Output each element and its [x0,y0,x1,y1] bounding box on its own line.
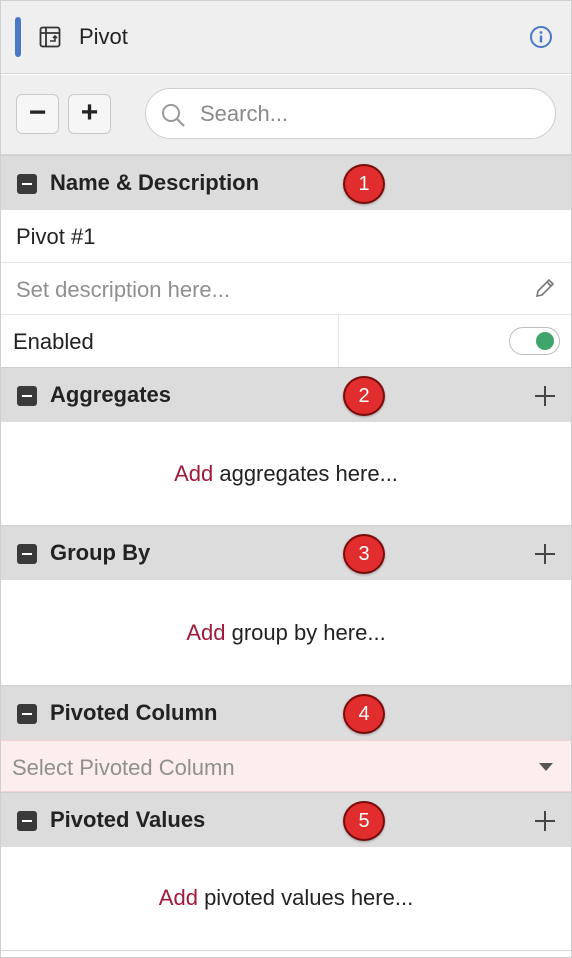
section-group-by[interactable]: Group By 3 [1,525,571,580]
step-badge: 1 [343,164,385,204]
section-title: Group By [50,540,151,565]
aggregates-empty-area: Add aggregates here... [1,422,571,525]
pivot-table-icon [39,26,61,48]
pivoted-column-select[interactable]: Select Pivoted Column [1,740,571,792]
row-divider [338,315,339,367]
add-group-by-icon[interactable] [534,543,556,565]
step-badge: 2 [343,376,385,416]
toolbar: − + [1,75,571,155]
section-pivoted-column[interactable]: Pivoted Column 4 [1,685,571,740]
group-by-empty-text: group by here... [225,620,386,645]
collapse-section-icon[interactable] [17,174,37,194]
section-title: Aggregates [50,382,172,407]
pivoted-values-empty-area: Add pivoted values here... [1,847,571,950]
bottom-divider [1,950,571,951]
section-title: Pivoted Column [50,700,218,725]
add-group-by-link[interactable]: Add [186,620,225,645]
step-badge: 3 [343,534,385,574]
description-row[interactable]: Set description here... [1,262,571,314]
collapse-section-icon[interactable] [17,544,37,564]
add-aggregate-icon[interactable] [534,385,556,407]
section-pivoted-values[interactable]: Pivoted Values 5 [1,792,571,847]
name-value[interactable]: Pivot #1 [16,224,96,250]
collapse-section-icon[interactable] [17,704,37,724]
accent-bar [15,17,21,57]
aggregates-empty-text: aggregates here... [213,461,398,486]
pivoted-values-empty-text: pivoted values here... [197,885,414,910]
toggle-knob [536,332,554,350]
collapse-section-icon[interactable] [17,386,37,406]
panel-header: Pivot [1,1,571,74]
collapse-section-icon[interactable] [17,811,37,831]
search-box[interactable] [145,88,556,139]
search-input[interactable] [200,97,540,131]
section-title: Name & Description [50,170,260,195]
expand-all-button[interactable]: + [68,94,111,134]
enabled-toggle[interactable] [509,327,560,355]
pivot-panel: Pivot − + Name & Description 1 Pivot #1 … [0,0,572,958]
step-badge: 5 [343,801,385,841]
pencil-icon[interactable] [533,276,557,300]
search-icon [162,104,185,127]
collapse-all-button[interactable]: − [16,94,59,134]
dropdown-caret-icon[interactable] [539,763,553,771]
name-row[interactable]: Pivot #1 [1,210,571,262]
description-placeholder[interactable]: Set description here... [16,277,230,303]
enabled-row: Enabled [1,314,571,367]
add-aggregates-link[interactable]: Add [174,461,213,486]
select-placeholder: Select Pivoted Column [12,755,235,780]
enabled-label: Enabled [13,329,94,354]
panel-title: Pivot [79,24,128,49]
section-name-description[interactable]: Name & Description 1 [1,155,571,210]
add-pivoted-value-icon[interactable] [534,810,556,832]
section-aggregates[interactable]: Aggregates 2 [1,367,571,422]
step-badge: 4 [343,694,385,734]
add-pivoted-values-link[interactable]: Add [159,885,198,910]
section-title: Pivoted Values [50,807,206,832]
info-icon[interactable] [529,25,553,49]
group-by-empty-area: Add group by here... [1,580,571,684]
